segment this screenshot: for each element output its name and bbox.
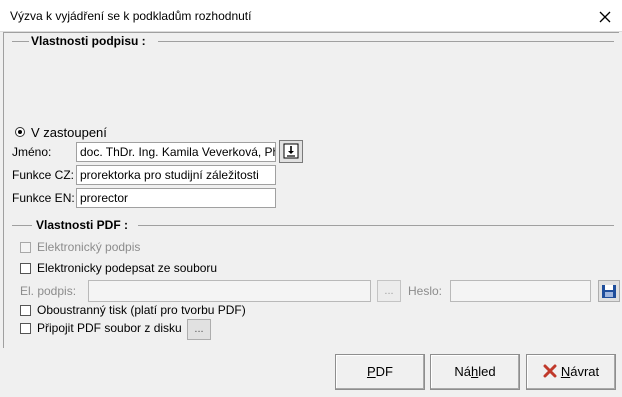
function-cz-field[interactable]: prorektorka pro studijní záležitosti <box>76 165 276 185</box>
substitute-radio[interactable] <box>15 127 25 137</box>
close-button[interactable] <box>592 3 618 29</box>
function-cz-label: Funkce CZ: <box>12 168 75 182</box>
pdf-section-line-right <box>138 225 614 226</box>
cancel-icon <box>543 364 557 378</box>
signature-section-line-right <box>158 41 614 42</box>
floppy-disk-icon <box>602 285 616 298</box>
el-signature-label: El. podpis: <box>20 284 77 298</box>
window-title: Výzva k vyjádření se k podkladům rozhodn… <box>10 9 252 23</box>
electronic-signature-checkbox[interactable] <box>20 242 31 253</box>
sign-from-file-label: Elektronicky podepsat ze souboru <box>37 261 218 275</box>
pdf-button-underline: P <box>366 364 376 379</box>
name-field[interactable]: doc. ThDr. Ing. Kamila Veverková, Ph <box>76 142 276 162</box>
close-icon <box>599 11 611 23</box>
back-button-underline: N <box>560 364 571 379</box>
name-label: Jméno: <box>12 145 52 159</box>
attach-pdf-checkbox[interactable] <box>20 323 31 334</box>
pdf-section-line-left <box>12 225 32 226</box>
download-icon <box>283 143 299 159</box>
pdf-button-label: DF <box>375 364 393 379</box>
signature-section-legend: Vlastnosti podpisu : <box>29 34 148 48</box>
electronic-signature-label: Elektronický podpis <box>37 240 141 254</box>
duplex-print-checkbox[interactable] <box>20 305 31 316</box>
preview-button[interactable]: Náhled <box>430 354 520 390</box>
title-bar: Výzva k vyjádření se k podkladům rozhodn… <box>0 0 622 32</box>
substitute-radio-label: V zastoupení <box>31 125 107 140</box>
attach-pdf-browse-button[interactable]: ... <box>187 319 211 340</box>
el-signature-browse-button[interactable]: ... <box>377 280 401 302</box>
back-button-label: ávrat <box>570 364 600 379</box>
password-label: Heslo: <box>408 284 443 298</box>
pdf-button[interactable]: PDF <box>335 354 425 390</box>
pdf-section-legend: Vlastnosti PDF : <box>34 218 131 232</box>
sign-from-file-checkbox[interactable] <box>20 263 31 274</box>
password-field[interactable] <box>450 280 591 302</box>
save-signature-button[interactable] <box>598 280 620 302</box>
function-en-field[interactable]: prorector <box>76 188 276 208</box>
signature-section-line-left <box>12 41 30 42</box>
el-signature-field[interactable] <box>88 280 371 302</box>
attach-pdf-label: Připojit PDF soubor z disku <box>37 321 182 335</box>
function-en-label: Funkce EN: <box>12 191 75 205</box>
preview-button-label-end: led <box>478 364 496 379</box>
select-signatory-button[interactable] <box>279 140 303 163</box>
preview-button-label-start: Ná <box>454 364 472 379</box>
duplex-print-label: Oboustranný tisk (platí pro tvorbu PDF) <box>37 303 246 317</box>
back-button[interactable]: Návrat <box>526 354 616 390</box>
